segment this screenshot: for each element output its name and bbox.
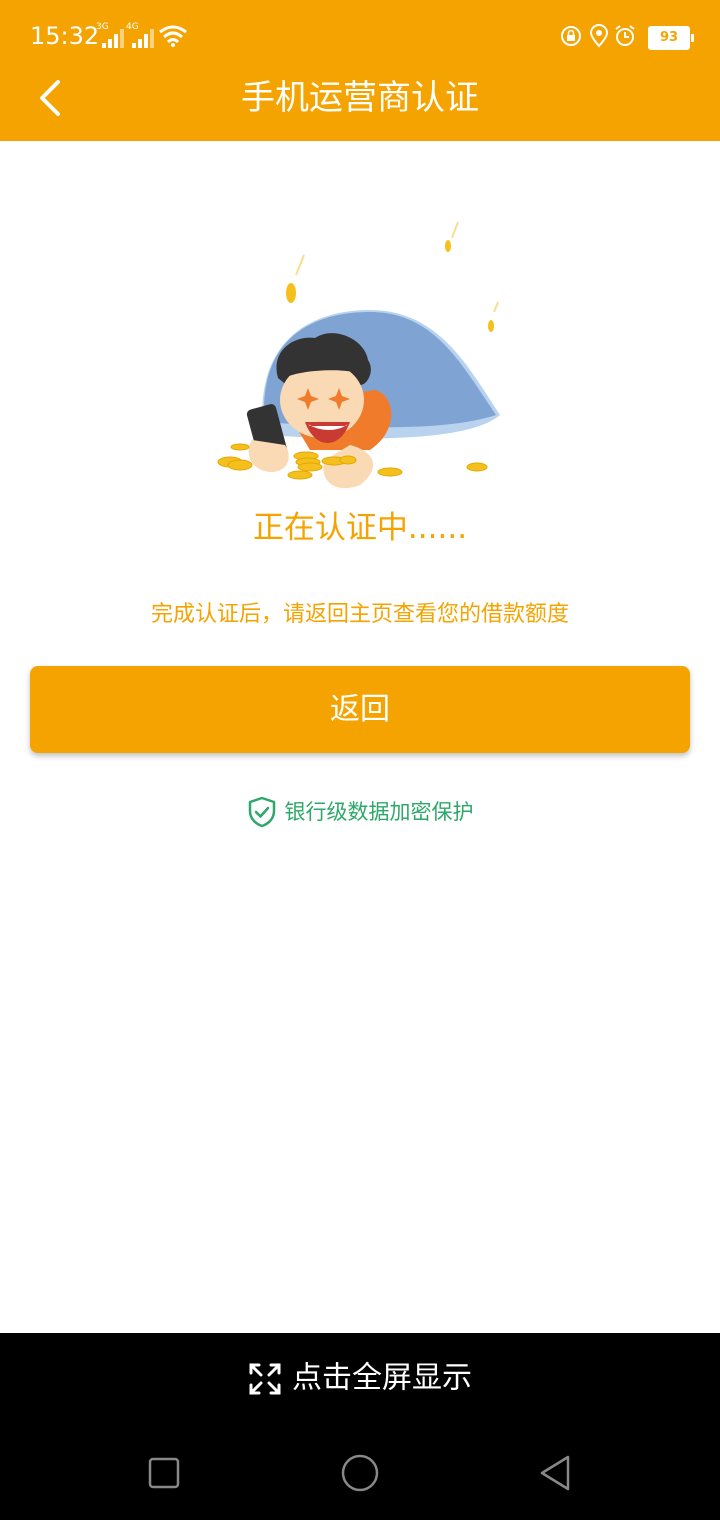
security-note: 银行级数据加密保护 [0,794,720,828]
falling-coin-icon [445,221,459,252]
alarm-icon [615,25,635,46]
status-time: 15:32 [30,22,100,50]
fullscreen-label: 点击全屏显示 [292,1360,472,1396]
system-bottom-bar: 点击全屏显示 [0,1333,720,1520]
falling-coin-icon [488,301,499,332]
return-button[interactable]: 返回 [30,666,690,753]
status-icons: 93 [550,24,694,50]
battery-indicator: 93 [648,26,694,50]
back-nav-button[interactable] [536,1453,576,1493]
network-type-label: 4G [126,22,139,32]
recent-apps-button[interactable] [144,1453,184,1493]
app-header: 15:32 3G 4G 93 手机运营商认证 [0,0,720,141]
status-bar: 15:32 3G 4G 93 [0,0,720,72]
signal-3g-icon: 3G [96,22,126,48]
location-icon [589,24,609,48]
page-title: 手机运营商认证 [241,78,479,118]
network-type-label: 3G [96,22,109,32]
wifi-icon [159,25,187,47]
home-button[interactable] [340,1453,380,1493]
authenticating-status: 正在认证中...... [252,510,468,546]
rotation-lock-icon [561,26,581,46]
expand-icon [249,1363,281,1394]
security-label: 银行级数据加密保护 [284,800,474,824]
hint-text: 完成认证后，请返回主页查看您的借款额度 [150,602,569,627]
fullscreen-button[interactable]: 点击全屏显示 [0,1353,720,1403]
falling-coin-icon [286,254,305,303]
shield-check-icon [248,796,275,828]
authenticating-illustration [217,221,500,489]
signal-4g-icon: 4G [126,22,156,48]
